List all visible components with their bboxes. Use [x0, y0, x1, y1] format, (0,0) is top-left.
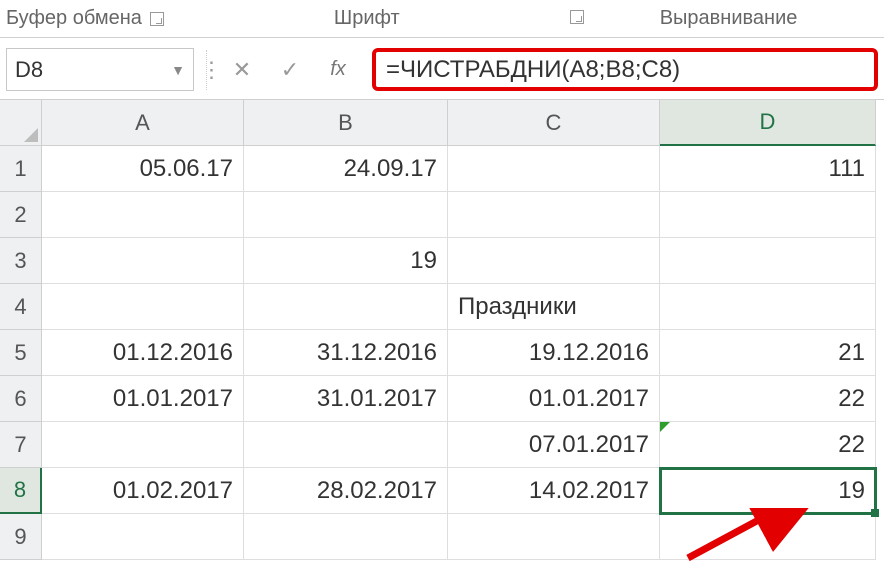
formula-controls: ⋮ ✕ ✓ fx: [200, 48, 366, 91]
ribbon-font-label: Шрифт: [334, 7, 400, 30]
cell-C9[interactable]: [448, 514, 660, 560]
cell-B3[interactable]: 19: [244, 238, 448, 284]
cell-C3[interactable]: [448, 238, 660, 284]
cell-A6[interactable]: 01.01.2017: [42, 376, 244, 422]
name-box-value: D8: [15, 57, 43, 83]
row-header-2[interactable]: 2: [0, 192, 42, 238]
ribbon-alignment-label: Выравнивание: [660, 7, 798, 30]
col-header-C[interactable]: C: [448, 100, 660, 146]
cell-A5[interactable]: 01.12.2016: [42, 330, 244, 376]
row-header-6[interactable]: 6: [0, 376, 42, 422]
col-header-D[interactable]: D: [660, 100, 876, 146]
ribbon-group-clipboard: Буфер обмена: [6, 7, 164, 30]
cell-A7[interactable]: [42, 422, 244, 468]
cell-B6[interactable]: 31.01.2017: [244, 376, 448, 422]
cell-B8[interactable]: 28.02.2017: [244, 468, 448, 514]
chevron-down-icon[interactable]: ▼: [171, 62, 185, 78]
spreadsheet-grid[interactable]: A B C D 1 05.06.17 24.09.17 111 2 3 19 4…: [0, 100, 884, 560]
cell-B1[interactable]: 24.09.17: [244, 146, 448, 192]
col-header-B[interactable]: B: [244, 100, 448, 146]
name-box[interactable]: D8 ▼: [6, 48, 194, 91]
formula-input[interactable]: =ЧИСТРАБДНИ(A8;B8;C8): [372, 48, 878, 91]
insert-function-button[interactable]: fx: [316, 50, 360, 90]
cell-D9[interactable]: [660, 514, 876, 560]
ribbon-group-labels: Буфер обмена Шрифт Выравнивание: [0, 0, 884, 38]
cell-C8[interactable]: 14.02.2017: [448, 468, 660, 514]
row-header-3[interactable]: 3: [0, 238, 42, 284]
cell-D1[interactable]: 111: [660, 146, 876, 192]
cell-A8[interactable]: 01.02.2017: [42, 468, 244, 514]
cell-A1[interactable]: 05.06.17: [42, 146, 244, 192]
cell-C6[interactable]: 01.01.2017: [448, 376, 660, 422]
separator: ⋮: [206, 50, 216, 90]
font-dialog-launcher[interactable]: [570, 7, 584, 30]
cell-B2[interactable]: [244, 192, 448, 238]
cell-D5[interactable]: 21: [660, 330, 876, 376]
accept-formula-button[interactable]: ✓: [268, 50, 312, 90]
row-header-8[interactable]: 8: [0, 468, 42, 514]
row-header-9[interactable]: 9: [0, 514, 42, 560]
col-header-A[interactable]: A: [42, 100, 244, 146]
cell-C1[interactable]: [448, 146, 660, 192]
cell-C7[interactable]: 07.01.2017: [448, 422, 660, 468]
ribbon-group-alignment: Выравнивание: [660, 7, 798, 30]
cell-D7[interactable]: 22: [660, 422, 876, 468]
row-header-1[interactable]: 1: [0, 146, 42, 192]
cell-B4[interactable]: [244, 284, 448, 330]
fx-icon: fx: [330, 58, 346, 81]
row-header-7[interactable]: 7: [0, 422, 42, 468]
cell-B9[interactable]: [244, 514, 448, 560]
cell-D8[interactable]: 19: [660, 468, 876, 514]
dialog-launcher-icon[interactable]: [570, 10, 584, 24]
cell-C2[interactable]: [448, 192, 660, 238]
cell-A2[interactable]: [42, 192, 244, 238]
ribbon-clipboard-label: Буфер обмена: [6, 7, 142, 30]
row-header-4[interactable]: 4: [0, 284, 42, 330]
cancel-formula-button[interactable]: ✕: [220, 50, 264, 90]
formula-text: =ЧИСТРАБДНИ(A8;B8;C8): [386, 56, 680, 84]
ribbon-group-font: Шрифт: [334, 7, 400, 30]
cell-B7[interactable]: [244, 422, 448, 468]
dialog-launcher-icon[interactable]: [150, 12, 164, 26]
cell-C5[interactable]: 19.12.2016: [448, 330, 660, 376]
formula-bar: D8 ▼ ⋮ ✕ ✓ fx =ЧИСТРАБДНИ(A8;B8;C8): [0, 38, 884, 100]
cell-C4[interactable]: Праздники: [448, 284, 660, 330]
row-header-5[interactable]: 5: [0, 330, 42, 376]
cell-A3[interactable]: [42, 238, 244, 284]
cell-A9[interactable]: [42, 514, 244, 560]
cell-D4[interactable]: [660, 284, 876, 330]
cell-D2[interactable]: [660, 192, 876, 238]
select-all-corner[interactable]: [0, 100, 42, 146]
cell-A4[interactable]: [42, 284, 244, 330]
cell-D3[interactable]: [660, 238, 876, 284]
cell-D6[interactable]: 22: [660, 376, 876, 422]
cell-B5[interactable]: 31.12.2016: [244, 330, 448, 376]
